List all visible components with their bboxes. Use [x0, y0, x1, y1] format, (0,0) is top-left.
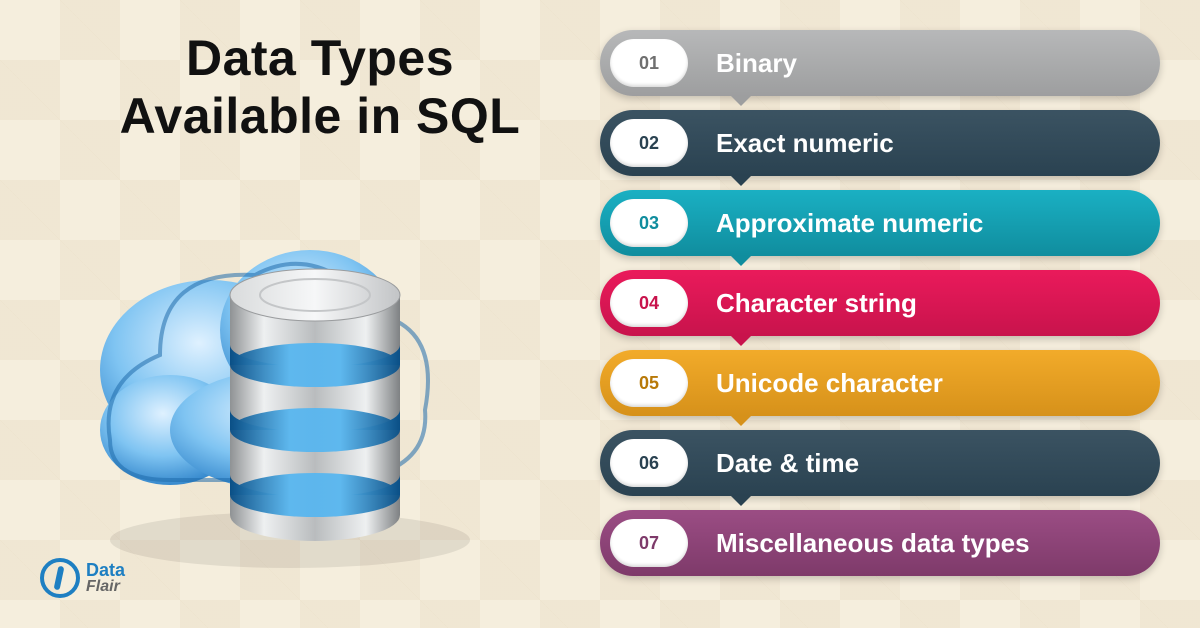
cloud-database-illustration — [80, 180, 500, 580]
list-item: 02 Exact numeric — [600, 110, 1160, 176]
item-number: 07 — [610, 519, 688, 567]
item-label: Exact numeric — [716, 128, 894, 159]
item-number: 04 — [610, 279, 688, 327]
item-number: 02 — [610, 119, 688, 167]
title-line-2: Available in SQL — [120, 88, 521, 144]
logo-word-top: Data — [86, 561, 125, 579]
logo-word-bottom: Flair — [86, 579, 125, 595]
list-item: 05 Unicode character — [600, 350, 1160, 416]
database-icon — [230, 269, 400, 541]
list-item: 04 Character string — [600, 270, 1160, 336]
logo-icon — [40, 558, 80, 598]
list-item: 07 Miscellaneous data types — [600, 510, 1160, 576]
datatype-list: 01 Binary 02 Exact numeric 03 Approximat… — [600, 30, 1160, 576]
item-number: 01 — [610, 39, 688, 87]
item-number: 06 — [610, 439, 688, 487]
list-item: 01 Binary — [600, 30, 1160, 96]
list-item: 03 Approximate numeric — [600, 190, 1160, 256]
brand-logo: Data Flair — [40, 558, 125, 598]
item-label: Approximate numeric — [716, 208, 983, 239]
item-label: Binary — [716, 48, 797, 79]
item-number: 05 — [610, 359, 688, 407]
title-line-1: Data Types — [186, 30, 454, 86]
item-label: Date & time — [716, 448, 859, 479]
item-number: 03 — [610, 199, 688, 247]
logo-text: Data Flair — [86, 561, 125, 595]
item-label: Unicode character — [716, 368, 943, 399]
page-title: Data Types Available in SQL — [60, 30, 580, 145]
list-item: 06 Date & time — [600, 430, 1160, 496]
item-label: Miscellaneous data types — [716, 528, 1030, 559]
item-label: Character string — [716, 288, 917, 319]
infographic-canvas: Data Types Available in SQL — [0, 0, 1200, 628]
